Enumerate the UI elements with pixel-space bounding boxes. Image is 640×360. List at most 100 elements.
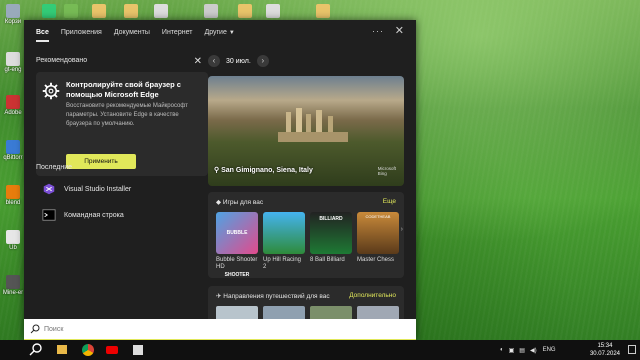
desktop-icon-qbittorrent[interactable]: qBittorr	[2, 140, 24, 161]
tray-icon[interactable]: ▣	[509, 347, 515, 354]
tray-icon[interactable]: ◐	[500, 347, 504, 353]
dismiss-recommendation-icon[interactable]: ✕	[194, 56, 202, 67]
pickaxe-icon	[6, 275, 20, 289]
desktop-icon-label: Ub	[9, 245, 17, 251]
desktop-icon-adobe[interactable]: Adobe	[2, 95, 24, 116]
app-shape	[133, 345, 143, 355]
network-icon[interactable]: ▤	[519, 347, 525, 354]
clock[interactable]: 15:34 30.07.2024	[590, 342, 620, 358]
thumb-label: CODETHEAB	[365, 214, 391, 219]
desktop-icon-label: Adobe	[4, 110, 22, 116]
folder-icon	[238, 4, 252, 18]
system-tray: ◐ ▣ ▤ ◀) ENG	[500, 340, 556, 360]
desktop-icon-label: Mine-er	[2, 290, 24, 296]
recommended-title: Рекомендовано	[36, 57, 88, 64]
recommendation-title: Контролируйте свой браузер с помощью Mic…	[66, 80, 181, 99]
more-options-icon[interactable]: ···	[372, 26, 384, 36]
games-see-all-link[interactable]: Еще	[383, 198, 396, 205]
file-icon	[204, 4, 218, 18]
date-navigator: ‹ 30 июл. ›	[208, 55, 269, 67]
file-explorer-icon[interactable]	[54, 342, 70, 358]
desktop-icon-label: blend	[5, 200, 21, 206]
desktop-icon-gt-eng[interactable]: gt-eng	[2, 52, 24, 73]
notification-icon[interactable]	[628, 345, 636, 354]
desktop-icon-top-8[interactable]	[262, 4, 284, 19]
apply-button[interactable]: Применить	[66, 154, 136, 169]
desktop-icon-recycle-bin[interactable]: Корзи	[2, 4, 24, 25]
desktop-icon-top-7[interactable]	[234, 4, 256, 19]
file-icon	[154, 4, 168, 18]
chevron-right-icon[interactable]: ›	[401, 226, 403, 233]
youtube-icon[interactable]	[104, 342, 120, 358]
desktop-icon-top-2[interactable]	[60, 4, 82, 19]
folder-icon	[124, 4, 138, 18]
game-tile[interactable]: CODETHEAB Master Chess	[357, 212, 399, 264]
tab-apps[interactable]: Приложения	[55, 20, 108, 45]
search-input[interactable]	[44, 323, 344, 335]
tab-more[interactable]: Другие ▼	[198, 20, 240, 45]
tab-web[interactable]: Интернет	[156, 20, 199, 45]
desktop-icon-top-4[interactable]	[120, 4, 142, 19]
visual-studio-installer-icon	[43, 183, 55, 195]
tab-more-label: Другие	[204, 29, 227, 36]
recent-item-command-prompt[interactable]: Командная строка	[36, 206, 208, 224]
chevron-left-icon[interactable]: ‹	[208, 55, 220, 67]
folder-shape	[57, 345, 67, 354]
chevron-right-icon[interactable]: ›	[256, 55, 269, 67]
game-tile[interactable]: BUBBLE SHOOTER Bubble Shooter HD	[216, 212, 258, 278]
search-icon[interactable]	[28, 342, 44, 358]
desktop-icon-top-5[interactable]	[150, 4, 172, 19]
recommendation-card: ✕ Контролируйте свой браузер с помощью M…	[36, 56, 208, 176]
close-icon[interactable]: ✕	[395, 24, 404, 37]
date-label: 30 июл.	[226, 57, 251, 65]
desktop-icon-mine-er[interactable]: Mine-er	[2, 275, 24, 296]
game-name: 8 Ball Billiard	[310, 257, 345, 263]
daily-image-card[interactable]: ⚲ San Gimignano, Siena, Italy Microsoft …	[208, 76, 404, 186]
tab-all[interactable]: Все	[30, 20, 55, 45]
desktop-icon-top-1[interactable]	[38, 4, 60, 19]
bubble-shooter-thumbnail: BUBBLE SHOOTER	[216, 212, 258, 278]
game-name: Up Hill Racing 2	[263, 257, 302, 270]
chrome-shape	[82, 344, 94, 356]
desktop-icon-top-6[interactable]	[200, 4, 222, 19]
thumb-label: BILLIARD	[319, 216, 343, 222]
gear-icon	[42, 82, 60, 100]
recent-title: Последние	[36, 164, 73, 171]
adobe-icon	[6, 95, 20, 109]
youtube-shape	[106, 346, 118, 354]
tab-documents[interactable]: Документы	[108, 20, 156, 45]
recent-item-visual-studio-installer[interactable]: Visual Studio Installer	[36, 180, 208, 198]
travel-title: ✈ Направления путешествий для вас	[216, 292, 330, 300]
app-icon[interactable]	[130, 342, 146, 358]
star-icon	[6, 52, 20, 66]
travel-more-link[interactable]: Дополнительно	[349, 292, 396, 299]
game-tile[interactable]: Up Hill Racing 2	[263, 212, 305, 271]
taskbar: ◐ ▣ ▤ ◀) ENG 15:34 30.07.2024	[0, 340, 640, 360]
desktop-icon-ub[interactable]: Ub	[2, 230, 24, 251]
qbittorrent-icon	[6, 140, 20, 154]
clock-time: 15:34	[597, 343, 613, 349]
thumb-label: BUBBLE SHOOTER	[224, 230, 250, 278]
folder-icon	[92, 4, 106, 18]
desktop-icon-top-9[interactable]	[312, 4, 334, 19]
file-icon	[64, 4, 78, 18]
file-icon	[42, 4, 56, 18]
search-icon	[30, 324, 40, 334]
chrome-icon[interactable]	[80, 342, 96, 358]
desktop-icon-blender[interactable]: blend	[2, 185, 24, 206]
desktop-icon-label: gt-eng	[4, 67, 22, 73]
desktop-icon-label: Корзи	[4, 19, 22, 25]
desktop-icon-top-3[interactable]	[88, 4, 110, 19]
master-chess-thumbnail: CODETHEAB	[357, 212, 399, 254]
game-tile[interactable]: BILLIARD 8 Ball Billiard	[310, 212, 352, 264]
games-title-text: Игры для вас	[222, 199, 264, 206]
folder-icon	[316, 4, 330, 18]
location-pin-icon: ⚲	[214, 167, 220, 174]
location-label: ⚲ San Gimignano, Siena, Italy	[214, 166, 313, 174]
search-tabs: Все Приложения Документы Интернет Другие…	[24, 20, 416, 45]
volume-icon[interactable]: ◀)	[530, 347, 537, 354]
game-name: Master Chess	[357, 257, 395, 263]
recommendation-body: Восстановите рекомендуемые Майкрософт па…	[66, 103, 188, 127]
blender-icon	[6, 185, 20, 199]
language-indicator[interactable]: ENG	[543, 347, 556, 353]
